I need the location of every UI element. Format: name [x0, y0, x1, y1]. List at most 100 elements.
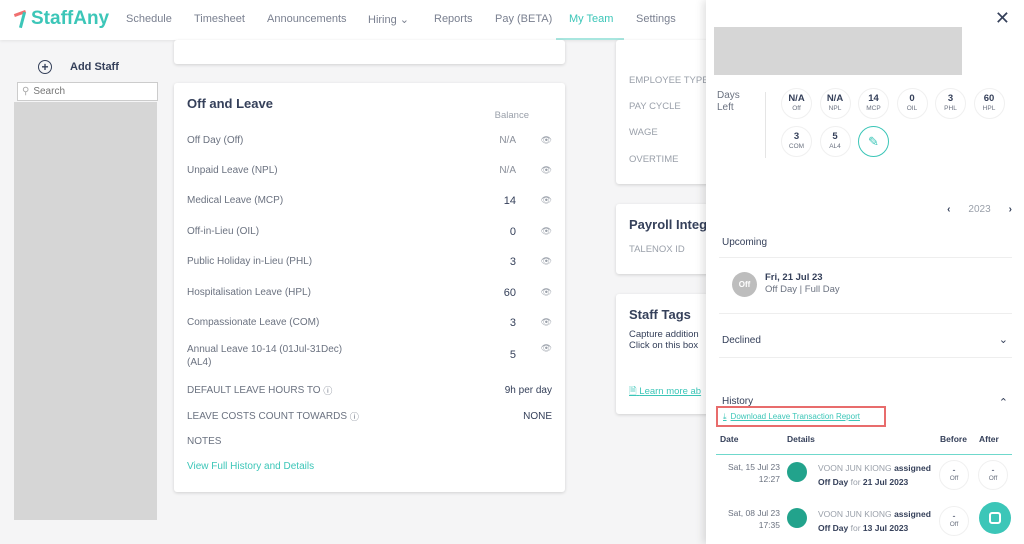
eye-icon[interactable]: 👁: [541, 317, 552, 328]
value: 9h per day: [504, 385, 552, 396]
previous-card: [174, 40, 565, 64]
nav-schedule[interactable]: Schedule: [126, 13, 172, 25]
leave-drawer: ✕ Days Left N/A Off N/A NPL 14 MCP 0 OIL 3 PHL 60 H…: [706, 0, 1024, 544]
leave-label: Public Holiday in-Lieu (PHL): [187, 256, 313, 267]
info-icon: ⓘ: [323, 386, 333, 396]
value: NONE: [523, 411, 552, 422]
nav-pay[interactable]: Pay (BETA): [495, 13, 552, 25]
code: Off: [949, 521, 959, 528]
payroll-integration-card: Payroll Integ TALENOX ID: [616, 204, 716, 274]
divider: [719, 357, 1012, 358]
declined-heading[interactable]: Declined: [722, 335, 761, 346]
balance-code: NPL: [828, 105, 842, 112]
card-title: Off and Leave: [187, 96, 273, 111]
nav-hiring[interactable]: Hiring ⌄: [368, 13, 409, 26]
balance-code: MCP: [866, 105, 881, 112]
leave-balance: 14: [503, 194, 516, 207]
leave-row: Off Day (Off) N/A 👁: [187, 135, 552, 146]
chevron-right-icon[interactable]: ›: [1009, 204, 1012, 215]
chevron-down-icon: ⌄: [399, 14, 410, 26]
date: Sat, 15 Jul 23: [728, 462, 780, 472]
leave-balance: 0: [509, 225, 516, 238]
staff-tags-card[interactable]: Staff Tags Capture addition Click on this…: [616, 294, 716, 414]
download-label: Download Leave Transaction Report: [730, 412, 860, 421]
eye-icon[interactable]: 👁: [541, 135, 552, 146]
leave-balance: 60: [503, 286, 516, 299]
eye-icon[interactable]: 👁: [541, 226, 552, 237]
desc: Click on this box: [629, 340, 699, 351]
leave-label: Off Day (Off): [187, 135, 244, 146]
learn-more-link[interactable]: 🗎 Learn more ab: [629, 384, 701, 400]
leave-row: Off-in-Lieu (OIL) 0 👁: [187, 225, 552, 238]
leave-label: Annual Leave 10-14 (01Jul-31Dec) (AL4): [187, 344, 343, 368]
nav-my-team[interactable]: My Team: [569, 13, 613, 25]
eye-icon[interactable]: 👁: [541, 165, 552, 176]
target-date: 21 Jul 2023: [862, 477, 909, 487]
days-left-label: Days Left: [717, 90, 740, 113]
field-label: OVERTIME: [629, 154, 679, 165]
avatar: [787, 508, 807, 528]
edit-balance-button[interactable]: ✎: [858, 126, 889, 157]
balance-code: COM: [788, 143, 805, 150]
actor: VOON JUN KIONG: [818, 509, 892, 519]
close-icon[interactable]: ✕: [995, 8, 1010, 29]
balance-value: 5: [832, 131, 838, 142]
upcoming-heading: Upcoming: [722, 237, 768, 248]
history-date: Sat, 08 Jul 23 17:35: [716, 507, 780, 531]
col-before: Before: [940, 434, 967, 444]
eye-icon[interactable]: 👁: [541, 287, 552, 298]
code: Off: [949, 475, 959, 482]
field-label: EMPLOYEE TYPE: [629, 75, 709, 86]
leave-row: Unpaid Leave (NPL) N/A 👁: [187, 165, 552, 176]
search-input[interactable]: [33, 86, 144, 97]
download-icon: ⤓: [723, 411, 727, 421]
nav-timesheet[interactable]: Timesheet: [194, 13, 245, 25]
nav-settings[interactable]: Settings: [636, 13, 676, 25]
download-report-link[interactable]: ⤓ Download Leave Transaction Report: [716, 406, 886, 427]
value: -: [952, 465, 956, 475]
notes-label: NOTES: [187, 436, 222, 447]
year-navigator: ‹ 2023 ›: [947, 204, 1012, 215]
nav-reports[interactable]: Reports: [434, 13, 473, 25]
info-icon: ⓘ: [349, 412, 359, 422]
logo[interactable]: StaffAny: [14, 8, 109, 30]
eye-icon[interactable]: 👁: [541, 343, 552, 354]
field-label: TALENOX ID: [629, 244, 685, 255]
card-title: Staff Tags: [629, 307, 691, 322]
add-staff-label: Add Staff: [70, 61, 119, 73]
staff-list[interactable]: [14, 102, 157, 520]
history-details: VOON JUN KIONG assigned Off Day for 13 Ju…: [818, 507, 931, 535]
time: 17:35: [758, 520, 780, 530]
balance-code: OIL: [906, 105, 918, 112]
leave-row: Compassionate Leave (COM) 3 👁: [187, 317, 552, 329]
leave-label: Off-in-Lieu (OIL): [187, 226, 260, 237]
link-label: Learn more ab: [639, 386, 702, 397]
add-staff-button[interactable]: + Add Staff: [38, 60, 119, 74]
upcoming-item[interactable]: Fri, 21 Jul 23 Off Day | Full Day: [765, 272, 840, 296]
leave-label: Hospitalisation Leave (HPL): [187, 287, 311, 298]
chat-button[interactable]: [979, 502, 1011, 534]
eye-icon[interactable]: 👁: [541, 195, 552, 206]
time: 12:27: [758, 474, 780, 484]
search-field[interactable]: ⚲: [17, 82, 158, 101]
balance-pill: 3 PHL: [935, 88, 966, 119]
leave-row: Public Holiday in-Lieu (PHL) 3 👁: [187, 256, 552, 268]
col-after: After: [979, 434, 999, 444]
balance-header: Balance: [494, 110, 529, 121]
chevron-up-icon[interactable]: ⌃: [999, 396, 1008, 409]
leave-type: Off Day: [818, 523, 849, 533]
leave-label: Compassionate Leave (COM): [187, 317, 320, 328]
divider: [765, 92, 766, 158]
chevron-left-icon[interactable]: ‹: [947, 204, 950, 215]
logo-mark-icon: [14, 10, 28, 28]
search-icon: ⚲: [22, 86, 30, 97]
balance-code: Off: [792, 105, 801, 112]
balance-code: PHL: [944, 105, 957, 112]
action: assigned: [894, 463, 931, 473]
balance-pill: 5 AL4: [819, 126, 851, 157]
eye-icon[interactable]: 👁: [541, 256, 552, 267]
chevron-down-icon[interactable]: ⌄: [999, 333, 1008, 346]
nav-announcements[interactable]: Announcements: [267, 13, 347, 25]
view-full-history-link[interactable]: View Full History and Details: [187, 461, 552, 472]
divider: [719, 313, 1012, 314]
